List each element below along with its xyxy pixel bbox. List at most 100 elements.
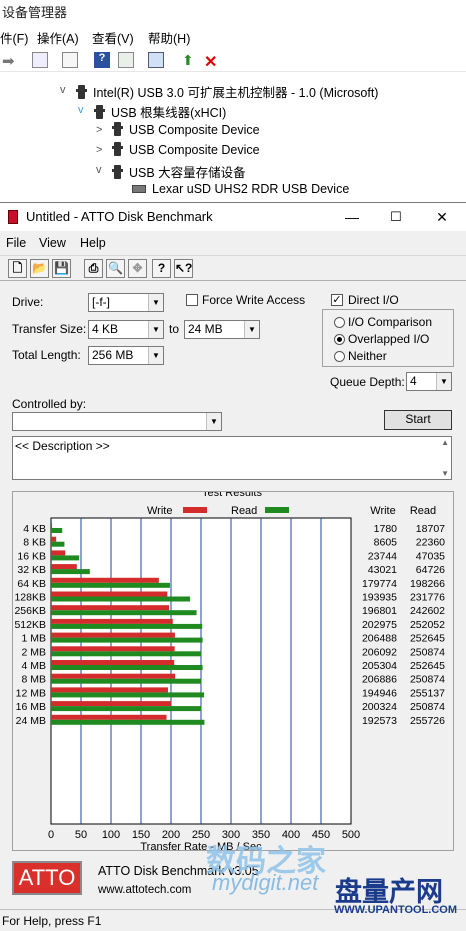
menu-help[interactable]: Help: [80, 236, 106, 250]
category-label: 24 MB: [16, 715, 46, 727]
read-bar: [51, 678, 202, 684]
chevron-right-icon[interactable]: >: [96, 124, 102, 136]
write-value: 23744: [368, 550, 397, 562]
direct-io-checkbox[interactable]: ✓: [331, 294, 343, 306]
write-value: 206092: [362, 646, 397, 658]
device-manager-window: 设备管理器 件(F) 操作(A) 查看(V) 帮助(H) ➡ ? ⬆ ✕ v I…: [0, 0, 466, 202]
save-icon[interactable]: 💾: [52, 259, 71, 278]
chevron-down-icon[interactable]: v: [60, 84, 66, 96]
chevron-down-icon[interactable]: ▼: [244, 321, 259, 338]
menu-view[interactable]: View: [39, 236, 66, 250]
tree-item-label: USB Composite Device: [129, 123, 260, 137]
dm-menu-file[interactable]: 件(F): [0, 28, 28, 47]
read-bar: [51, 651, 202, 657]
chevron-down-icon[interactable]: ▼: [148, 294, 163, 311]
test-results-panel: Test Results Write Read Write Read 0 50 100 150 2…: [12, 491, 454, 852]
read-value: 255137: [410, 687, 445, 699]
read-bar: [51, 637, 203, 643]
tree-item-composite-2[interactable]: USB Composite Device: [112, 142, 260, 157]
dm-menu-view[interactable]: 查看(V): [92, 28, 134, 47]
chevron-down-icon[interactable]: v: [96, 164, 102, 176]
dm-menu-help[interactable]: 帮助(H): [148, 28, 190, 47]
status-text: For Help, press F1: [2, 914, 102, 928]
tree-item-usb-controller[interactable]: Intel(R) USB 3.0 可扩展主机控制器 - 1.0 (Microso…: [76, 82, 379, 101]
tree-item-lexar-device[interactable]: Lexar uSD UHS2 RDR USB Device: [132, 182, 349, 196]
read-value: 252645: [410, 660, 445, 672]
chevron-right-icon[interactable]: >: [96, 144, 102, 156]
tree-item-mass-storage[interactable]: USB 大容量存储设备: [112, 162, 246, 181]
chevron-down-icon[interactable]: ▼: [436, 373, 451, 390]
help-icon[interactable]: ?: [94, 52, 110, 68]
update-icon[interactable]: [118, 52, 134, 68]
forward-arrow-icon[interactable]: ➡: [2, 52, 18, 70]
io-comparison-radio[interactable]: [334, 317, 345, 328]
direct-io-label: Direct I/O: [348, 293, 399, 307]
print-preview-icon[interactable]: 🔍: [106, 259, 125, 278]
tree-item-composite-1[interactable]: USB Composite Device: [112, 122, 260, 137]
watermark-site2-url: WWW.UPANTOOL.COM: [334, 904, 458, 916]
x-tick-label: 500: [342, 829, 360, 841]
context-help-icon[interactable]: ↖?: [174, 259, 193, 278]
tree-item-label: Intel(R) USB 3.0 可扩展主机控制器 - 1.0 (Microso…: [93, 86, 379, 100]
category-label: 128KB: [14, 592, 46, 604]
maximize-icon[interactable]: ☐: [386, 207, 406, 227]
write-bar: [51, 632, 175, 638]
chevron-down-icon[interactable]: v: [78, 104, 84, 116]
properties-icon[interactable]: [32, 52, 48, 68]
description-box[interactable]: << Description >> ▲ ▼: [12, 436, 452, 480]
write-bar: [51, 673, 176, 679]
tree-item-label: Lexar uSD UHS2 RDR USB Device: [152, 182, 350, 196]
open-folder-icon[interactable]: 📂: [30, 259, 49, 278]
read-value: 250874: [410, 646, 445, 658]
write-bar: [51, 591, 168, 597]
read-bar: [51, 528, 63, 533]
description-text: << Description >>: [15, 439, 110, 453]
uninstall-x-icon[interactable]: ✕: [204, 52, 220, 71]
minimize-icon[interactable]: —: [342, 207, 362, 227]
move-icon[interactable]: ✥: [128, 259, 147, 278]
total-length-value: 256 MB: [92, 348, 134, 362]
add-driver-icon[interactable]: ⬆: [182, 52, 198, 68]
drive-value: [-f-]: [92, 295, 110, 309]
tree-item-root-hub[interactable]: USB 根集线器(xHCI): [94, 102, 226, 121]
results-title: Test Results: [202, 492, 262, 499]
overlapped-io-label: Overlapped I/O: [348, 332, 430, 346]
write-bar: [51, 523, 53, 528]
transfer-from-value: 4 KB: [92, 322, 119, 336]
drive-select[interactable]: [-f-] ▼: [88, 293, 164, 312]
chevron-down-icon[interactable]: ▼: [206, 413, 221, 430]
write-bar: [51, 536, 57, 542]
dm-menu-action[interactable]: 操作(A): [37, 28, 79, 47]
category-label: 12 MB: [16, 687, 46, 699]
atto-window: Untitled - ATTO Disk Benchmark — ☐ ✕ Fil…: [0, 202, 466, 931]
tree-item-label: USB Composite Device: [129, 143, 260, 157]
scroll-down-icon[interactable]: ▼: [441, 469, 449, 478]
total-length-select[interactable]: 256 MB ▼: [88, 346, 164, 365]
start-button[interactable]: Start: [384, 410, 452, 430]
help-icon[interactable]: ?: [152, 259, 171, 278]
scroll-up-icon[interactable]: ▲: [441, 438, 449, 447]
window-title: Untitled - ATTO Disk Benchmark: [26, 209, 213, 224]
chevron-down-icon[interactable]: ▼: [148, 321, 163, 338]
print-icon[interactable]: ⎙: [84, 259, 103, 278]
legend-write-label: Write: [147, 505, 172, 517]
transfer-to-select[interactable]: 24 MB ▼: [184, 320, 260, 339]
write-bar: [51, 701, 172, 707]
chevron-down-icon[interactable]: ▼: [148, 347, 163, 364]
neither-radio[interactable]: [334, 351, 345, 362]
atto-app-icon: [8, 210, 18, 224]
controlled-by-select[interactable]: ▼: [12, 412, 222, 431]
write-bar: [51, 550, 66, 556]
queue-depth-select[interactable]: 4 ▼: [406, 372, 452, 391]
footer-url[interactable]: www.attotech.com: [98, 884, 191, 896]
overlapped-io-radio[interactable]: [334, 334, 345, 345]
monitor-icon[interactable]: [148, 52, 164, 68]
force-write-checkbox[interactable]: [186, 294, 198, 306]
new-file-icon[interactable]: 🗋: [8, 259, 27, 278]
list-icon[interactable]: [62, 52, 78, 68]
close-icon[interactable]: ✕: [432, 207, 452, 227]
menu-file[interactable]: File: [6, 236, 26, 250]
transfer-from-select[interactable]: 4 KB ▼: [88, 320, 164, 339]
read-value: 198266: [410, 578, 445, 590]
write-bar: [51, 646, 175, 652]
